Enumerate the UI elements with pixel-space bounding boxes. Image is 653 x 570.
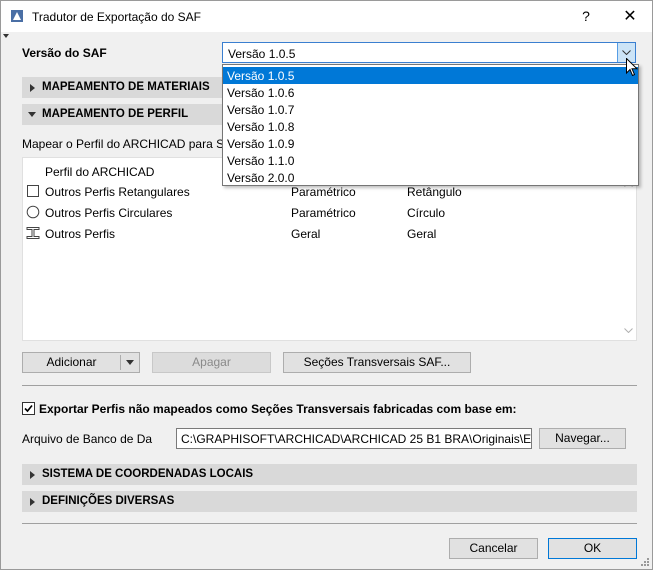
dialog-window: Tradutor de Exportação do SAF ? ✕ Versão… <box>0 0 653 570</box>
profile-mapping-title: MAPEAMENTO DE PERFIL <box>42 108 189 120</box>
profile-name: Outros Perfis Circulares <box>45 206 173 220</box>
cancel-button[interactable]: Cancelar <box>449 538 538 559</box>
database-file-path-field[interactable]: C:\GRAPHISOFT\ARCHICAD\ARCHICAD 25 B1 BR… <box>176 428 532 449</box>
export-unmapped-label: Exportar Perfis não mapeados como Seções… <box>39 402 517 416</box>
dropdown-option[interactable]: Versão 1.0.9 <box>223 135 638 152</box>
mouse-cursor-icon <box>626 58 638 77</box>
profile-mapping-description: Mapear o Perfil do ARCHICAD para Seçõ <box>22 137 244 151</box>
dropdown-option[interactable]: Versão 1.0.8 <box>223 118 638 135</box>
profile-shape: Retângulo <box>407 185 462 199</box>
expand-arrow-icon <box>30 84 35 92</box>
saf-sections-button[interactable]: Seções Transversais SAF... <box>283 352 471 373</box>
saf-version-select[interactable]: Versão 1.0.5 <box>222 42 636 63</box>
profile-shape: Geral <box>407 227 437 241</box>
saf-version-label: Versão do SAF <box>22 46 107 60</box>
collapse-arrow-icon <box>3 34 9 38</box>
split-divider <box>120 355 121 370</box>
chevron-down-icon[interactable] <box>126 360 134 365</box>
dropdown-option[interactable]: Versão 1.1.0 <box>223 152 638 169</box>
collapse-arrow-icon <box>28 112 36 117</box>
misc-settings-title: DEFINIÇÕES DIVERSAS <box>42 495 175 507</box>
saf-version-value: Versão 1.0.5 <box>228 47 296 61</box>
divider <box>22 385 637 386</box>
window-title: Tradutor de Exportação do SAF <box>32 10 201 24</box>
expand-arrow-icon <box>30 471 35 479</box>
profile-type: Paramétrico <box>291 185 356 199</box>
dropdown-option[interactable]: Versão 1.0.7 <box>223 101 638 118</box>
expand-arrow-icon <box>30 498 35 506</box>
rectangle-profile-icon <box>27 185 39 197</box>
delete-button[interactable]: Apagar <box>152 352 271 373</box>
local-coordinates-title: SISTEMA DE COORDENADAS LOCAIS <box>42 468 254 480</box>
help-button[interactable]: ? <box>571 1 601 32</box>
browse-button[interactable]: Navegar... <box>539 428 626 449</box>
add-button[interactable]: Adicionar <box>22 352 140 373</box>
scroll-down-icon[interactable] <box>624 328 633 333</box>
table-row[interactable]: Outros Perfis Circulares Paramétrico Cír… <box>23 202 621 222</box>
column-header-archicad-profile: Perfil do ARCHICAD <box>45 165 155 179</box>
resize-grip-icon[interactable] <box>641 558 650 567</box>
circle-profile-icon <box>26 205 40 219</box>
dropdown-option[interactable]: Versão 2.0.0 <box>223 169 638 186</box>
profile-name: Outros Perfis <box>45 227 116 241</box>
dropdown-option[interactable]: Versão 1.0.5 <box>223 67 638 84</box>
title-bar: Tradutor de Exportação do SAF ? ✕ <box>1 1 652 32</box>
ok-button[interactable]: OK <box>548 538 637 559</box>
profile-type: Geral <box>291 227 321 241</box>
local-coordinates-header[interactable]: SISTEMA DE COORDENADAS LOCAIS <box>22 464 637 485</box>
database-file-path-value: C:\GRAPHISOFT\ARCHICAD\ARCHICAD 25 B1 BR… <box>181 432 532 446</box>
i-beam-profile-icon <box>26 227 40 239</box>
materials-mapping-title: MAPEAMENTO DE MATERIAIS <box>42 81 210 93</box>
saf-version-dropdown-list[interactable]: Versão 1.0.5 Versão 1.0.6 Versão 1.0.7 V… <box>222 64 639 186</box>
archicad-icon <box>11 10 23 22</box>
divider <box>22 523 637 524</box>
checkmark-icon <box>24 404 33 413</box>
table-row[interactable]: Outros Perfis Geral Geral <box>23 223 621 243</box>
database-file-label: Arquivo de Banco de Da <box>22 432 153 446</box>
misc-settings-header[interactable]: DEFINIÇÕES DIVERSAS <box>22 491 637 512</box>
add-button-label: Adicionar <box>46 355 97 369</box>
profile-shape: Círculo <box>407 206 446 220</box>
export-unmapped-checkbox[interactable] <box>22 402 35 415</box>
dropdown-option[interactable]: Versão 1.0.6 <box>223 84 638 101</box>
profile-name: Outros Perfis Retangulares <box>45 185 190 199</box>
profile-type: Paramétrico <box>291 206 356 220</box>
close-button[interactable]: ✕ <box>612 1 648 32</box>
